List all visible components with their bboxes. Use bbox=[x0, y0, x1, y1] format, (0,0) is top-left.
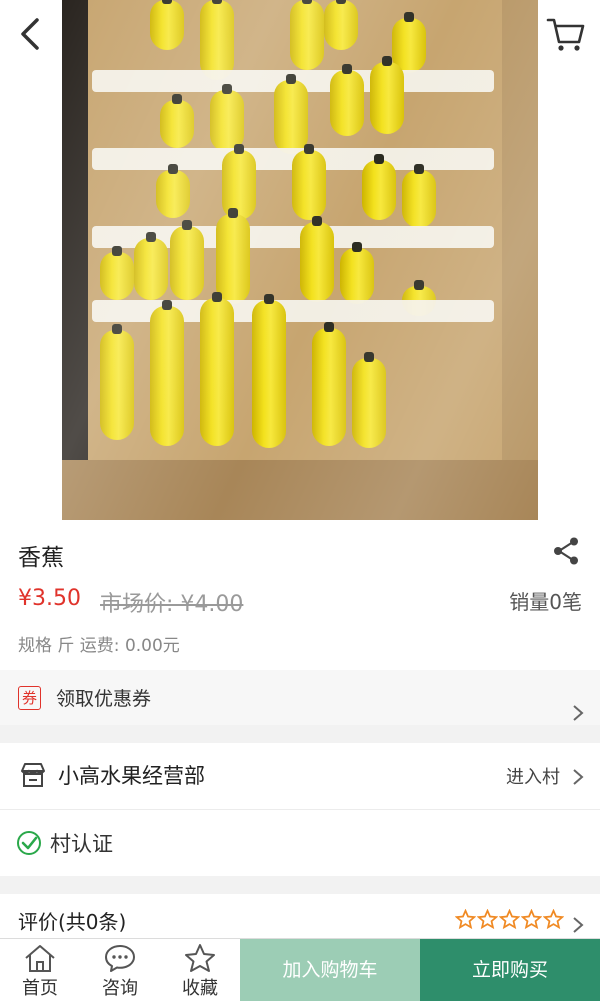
chevron-right-icon bbox=[573, 769, 584, 785]
chevron-right-icon bbox=[573, 917, 584, 933]
check-circle-icon bbox=[17, 831, 41, 855]
product-image bbox=[0, 0, 600, 520]
star-icon bbox=[185, 944, 215, 972]
price: ¥3.50 bbox=[18, 586, 81, 611]
spec-freight: 规格 斤 运费: 0.00元 bbox=[18, 636, 180, 656]
share-icon[interactable] bbox=[552, 536, 580, 566]
chevron-right-icon bbox=[573, 705, 584, 721]
product-name: 香蕉 bbox=[18, 545, 64, 571]
shopping-cart-icon bbox=[546, 18, 585, 51]
product-info: 香蕉 ¥3.50 市场价: ¥4.00 销量0笔 规格 斤 运费: 0.00元 bbox=[0, 520, 600, 670]
buy-now-button[interactable]: 立即购买 bbox=[420, 939, 600, 1001]
verification-row: 村认证 bbox=[0, 810, 600, 876]
add-to-cart-button[interactable]: 加入购物车 bbox=[240, 939, 420, 1001]
sales-count: 销量0笔 bbox=[509, 590, 582, 614]
coupon-label: 领取优惠券 bbox=[56, 688, 152, 710]
cart-button[interactable] bbox=[538, 6, 594, 62]
coupon-row[interactable]: 券 领取优惠券 bbox=[0, 670, 600, 725]
nav-favorite[interactable]: 收藏 bbox=[160, 939, 240, 1001]
reviews-row[interactable]: 评价(共0条) bbox=[0, 894, 600, 938]
nav-consult-label: 咨询 bbox=[102, 978, 138, 999]
nav-home-label: 首页 bbox=[22, 978, 58, 999]
product-photo bbox=[62, 0, 538, 520]
star-icon bbox=[499, 909, 520, 930]
home-icon bbox=[25, 945, 55, 972]
star-icon bbox=[455, 909, 476, 930]
coupon-tag: 券 bbox=[18, 686, 42, 710]
nav-favorite-label: 收藏 bbox=[182, 978, 218, 999]
enter-shop-link[interactable]: 进入村 bbox=[506, 763, 560, 789]
chevron-left-icon bbox=[21, 18, 39, 50]
star-icon bbox=[521, 909, 542, 930]
nav-home[interactable]: 首页 bbox=[0, 939, 80, 1001]
star-icon bbox=[543, 909, 564, 930]
shop-row[interactable]: 小高水果经营部 进入村 bbox=[0, 743, 600, 810]
chat-icon bbox=[105, 945, 135, 972]
rating-stars bbox=[455, 909, 564, 930]
shop-name: 小高水果经营部 bbox=[58, 764, 205, 788]
shop-card: 小高水果经营部 进入村 村认证 bbox=[0, 743, 600, 876]
back-button[interactable] bbox=[4, 6, 60, 62]
verification-label: 村认证 bbox=[50, 832, 113, 856]
shop-icon bbox=[21, 763, 45, 787]
bottom-action-bar: 首页 咨询 收藏 加入购物车 立即购买 bbox=[0, 938, 600, 1001]
plastic-wrap bbox=[62, 0, 538, 520]
nav-consult[interactable]: 咨询 bbox=[80, 939, 160, 1001]
star-icon bbox=[477, 909, 498, 930]
reviews-label: 评价(共0条) bbox=[18, 910, 127, 934]
market-price: 市场价: ¥4.00 bbox=[100, 592, 244, 617]
